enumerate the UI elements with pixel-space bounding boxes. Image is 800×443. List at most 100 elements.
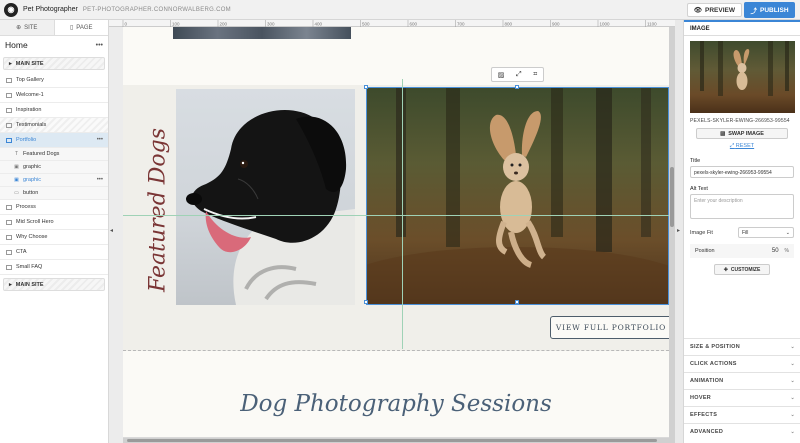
section-label: EFFECTS [690, 412, 718, 418]
ruler-label: 600 [410, 22, 418, 27]
position-input[interactable]: 50 [772, 248, 779, 254]
image-fit-select[interactable]: Fill ⌄ [738, 227, 794, 238]
section-animation[interactable]: ANIMATION ⌄ [684, 372, 800, 389]
section-icon [6, 264, 12, 270]
site-logo-icon[interactable]: ◉ [4, 2, 18, 17]
sidebar-item-graphic-1[interactable]: ▣ graphic [0, 161, 108, 174]
section-advanced[interactable]: ADVANCED ⌄ [684, 423, 800, 440]
collapse-right-icon[interactable]: ▸ [677, 227, 680, 234]
fit-image-icon[interactable]: ⤢ [516, 71, 522, 79]
customize-button[interactable]: ✚ CUSTOMIZE [714, 264, 770, 275]
sidebar-item-portfolio[interactable]: Portfolio ••• [0, 133, 108, 148]
sidebar-item-inspiration[interactable]: Inspiration [0, 103, 108, 118]
sidebar-item-label: graphic [23, 164, 42, 170]
main-site-footer[interactable]: ▸ MAIN SITE [3, 278, 105, 291]
globe-icon: ⊕ [16, 25, 22, 31]
resize-handle[interactable] [515, 85, 519, 89]
sidebar-item-label: Featured Dogs [23, 151, 60, 157]
sidebar-item-label: graphic [23, 177, 42, 183]
sidebar-item-why-choose[interactable]: Why Choose [0, 230, 108, 245]
image-icon: ▨ [720, 130, 726, 137]
plus-icon: ✚ [723, 266, 728, 273]
reset-link[interactable]: ⤢ RESET [684, 143, 800, 150]
swap-image-button[interactable]: ▨ SWAP IMAGE [696, 128, 788, 139]
sidebar-item-label: Small FAQ [16, 264, 43, 270]
preview-label: PREVIEW [705, 6, 735, 14]
more-icon[interactable]: ••• [97, 137, 103, 143]
crop-icon[interactable]: ⌗ [533, 71, 537, 79]
sidebar-item-featured-dogs[interactable]: T Featured Dogs [0, 148, 108, 161]
image-fit-value: Fill [742, 229, 749, 236]
top-bar: ◉ Pet Photographer PET-PHOTOGRAPHER.CONN… [0, 0, 800, 20]
alt-text-input[interactable]: Enter your description [690, 194, 794, 219]
scroll-thumb[interactable] [670, 167, 674, 227]
sidebar-item-cta[interactable]: CTA [0, 245, 108, 260]
sidebar-item-label: Why Choose [16, 234, 48, 240]
sidebar-item-top-gallery[interactable]: Top Gallery [0, 73, 108, 88]
caret-right-icon: ▸ [9, 60, 12, 67]
tab-page[interactable]: ▯ PAGE [54, 20, 108, 35]
section-icon [6, 219, 12, 225]
resize-handle[interactable] [364, 300, 368, 304]
sidebar-item-mid-scroll-hero[interactable]: Mid Scroll Hero [0, 215, 108, 230]
section-size-position[interactable]: SIZE & POSITION ⌄ [684, 338, 800, 355]
ruler-label: 100 [172, 22, 180, 27]
section-bottom-guide [123, 350, 669, 351]
sidebar-item-welcome[interactable]: Welcome-1 [0, 88, 108, 103]
black-dog-photo[interactable] [176, 89, 355, 305]
sidebar-item-testimonials[interactable]: Testimonials [0, 118, 108, 133]
main-site-header[interactable]: ▸ MAIN SITE [3, 57, 105, 70]
tab-page-label: PAGE [76, 24, 93, 31]
featured-dogs-heading[interactable]: Featured Dogs [143, 128, 173, 292]
image-filename: PEXELS-SKYLER-EWING-266953-99554 [690, 118, 790, 124]
sidebar-item-graphic-2[interactable]: ▣ graphic ••• [0, 174, 108, 187]
section-label: ANIMATION [690, 378, 724, 384]
horizontal-guide [123, 215, 669, 216]
button-icon: ▭ [14, 190, 19, 196]
title-input[interactable]: pexels-skyler-ewing-266953-99554 [690, 166, 794, 178]
sidebar-item-label: Process [16, 204, 36, 210]
site-url[interactable]: PET-PHOTOGRAPHER.CONNORWALBERG.COM [83, 7, 231, 13]
panel-header: IMAGE [684, 20, 800, 36]
collapse-left-icon[interactable]: ◂ [110, 227, 113, 234]
more-icon[interactable]: ••• [97, 177, 103, 183]
image-selection-frame[interactable] [364, 85, 669, 305]
preview-button[interactable]: 👁 PREVIEW [686, 3, 742, 17]
page-options-icon[interactable]: ••• [96, 42, 103, 49]
chevron-down-icon: ⌄ [790, 361, 795, 367]
page-title-row: Home ••• [0, 36, 108, 54]
sidebar-tabs: ⊕ SITE ▯ PAGE [0, 20, 108, 36]
section-icon [6, 122, 12, 128]
tab-site-label: SITE [24, 24, 38, 31]
publish-button[interactable]: ⤴ PUBLISH [744, 2, 795, 18]
horizontal-scrollbar[interactable] [123, 438, 669, 443]
replace-image-icon[interactable]: ▨ [498, 71, 505, 79]
scroll-thumb[interactable] [127, 439, 657, 442]
image-fit-label: Image Fit [690, 229, 713, 236]
resize-handle[interactable] [515, 300, 519, 304]
section-hover[interactable]: HOVER ⌄ [684, 389, 800, 406]
chevron-down-icon: ⌄ [790, 412, 795, 418]
view-full-portfolio-button[interactable]: VIEW FULL PORTFOLIO [550, 316, 672, 339]
reset-label: RESET [735, 143, 755, 149]
tab-site[interactable]: ⊕ SITE [0, 20, 55, 35]
sessions-heading[interactable]: Dog Photography Sessions [123, 391, 669, 417]
sidebar-item-label: Portfolio [16, 137, 37, 143]
black-dog-illustration [186, 110, 355, 305]
sidebar-item-label: CTA [16, 249, 27, 255]
sidebar-item-process[interactable]: Process [0, 200, 108, 215]
section-click-actions[interactable]: CLICK ACTIONS ⌄ [684, 355, 800, 372]
ruler-label: 300 [267, 22, 275, 27]
editor-canvas[interactable]: 0 100 200 300 400 500 600 700 800 900 1000 1100 Fea… [109, 20, 675, 443]
properties-panel: IMAGE PEXELS-SKYLER-EWING-266953-99554 ▨… [683, 20, 800, 443]
page-title: Home [5, 40, 28, 50]
section-effects[interactable]: EFFECTS ⌄ [684, 406, 800, 423]
left-ruler [109, 27, 123, 443]
vertical-scrollbar[interactable] [669, 27, 675, 443]
sidebar-item-label: button [23, 190, 39, 196]
sidebar-item-small-faq[interactable]: Small FAQ [0, 260, 108, 275]
vertical-guide [402, 79, 403, 349]
sidebar-item-button[interactable]: ▭ button [0, 187, 108, 200]
chevron-down-icon: ⌄ [790, 429, 795, 435]
resize-handle[interactable] [364, 85, 368, 89]
